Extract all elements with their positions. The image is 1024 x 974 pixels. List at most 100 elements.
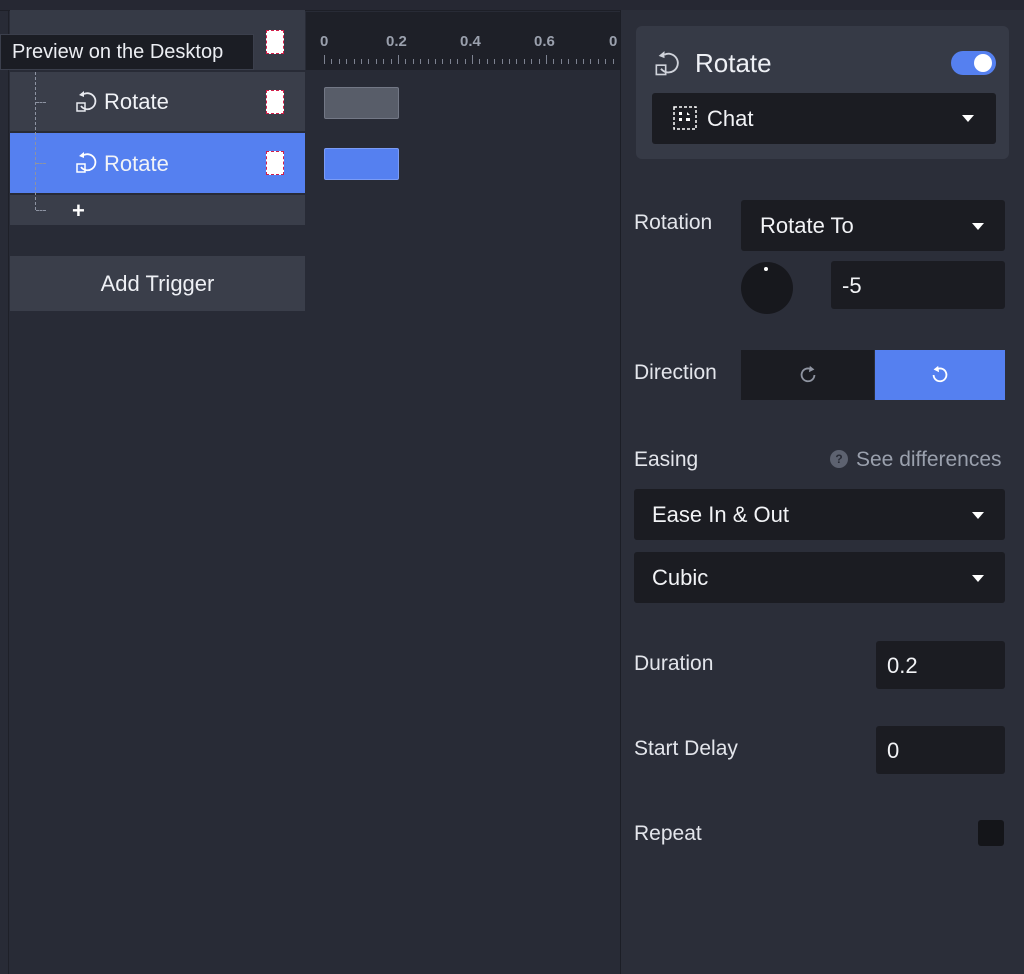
tree-connector <box>36 102 46 103</box>
duration-input[interactable]: 0.2 <box>876 641 1005 689</box>
ruler-tick <box>509 59 510 64</box>
ruler-tick <box>361 59 362 64</box>
easing-type-select[interactable]: Ease In & Out <box>634 489 1005 540</box>
ruler-tick <box>353 59 355 64</box>
add-action-button[interactable]: + <box>72 198 85 224</box>
start-delay-input[interactable]: 0 <box>876 726 1005 774</box>
rotate-clockwise-icon <box>797 364 819 391</box>
toggle-knob <box>974 54 992 72</box>
ruler-tick-label: 0.2 <box>386 33 407 50</box>
ruler-tick <box>412 59 414 64</box>
timeline-bar-rotate-1[interactable] <box>324 87 399 119</box>
layer-icon <box>673 106 697 135</box>
repeat-label: Repeat <box>634 822 702 845</box>
ruler-tick <box>457 59 459 64</box>
left-divider <box>8 10 9 974</box>
ruler-tick <box>427 59 429 64</box>
ruler-tick <box>398 55 399 64</box>
action-enabled-toggle[interactable] <box>951 51 996 75</box>
ruler-tick <box>375 59 377 64</box>
target-select-value: Chat <box>707 106 754 131</box>
start-delay-value: 0 <box>887 738 900 763</box>
rotation-mode-value: Rotate To <box>760 213 854 238</box>
preview-device-icon[interactable] <box>266 151 284 175</box>
direction-counterclockwise-button[interactable] <box>875 350 1005 400</box>
ruler-tick <box>575 59 577 64</box>
ruler-tick <box>420 59 422 64</box>
ruler-tick <box>346 59 348 64</box>
rotation-mode-select[interactable]: Rotate To <box>741 200 1005 251</box>
ruler-tick <box>368 59 370 64</box>
rotation-value: -5 <box>842 273 862 298</box>
tree-row-rotate-2[interactable]: Rotate <box>10 133 305 193</box>
ruler-tick <box>560 59 562 64</box>
ruler-tick <box>338 59 340 64</box>
easing-type-value: Ease In & Out <box>652 502 789 527</box>
repeat-checkbox[interactable] <box>978 820 1004 846</box>
ruler-tick <box>605 59 607 64</box>
ruler-tick <box>523 59 525 64</box>
rotation-dial[interactable] <box>741 262 793 314</box>
ruler-tick-label: 0.6 <box>534 33 555 50</box>
ruler-tick <box>597 59 599 64</box>
chevron-down-icon <box>972 512 984 519</box>
rotation-value-input[interactable]: -5 <box>831 261 1005 309</box>
ruler-tick <box>472 55 473 64</box>
ruler-tick <box>568 59 570 64</box>
ruler-tick <box>590 59 592 64</box>
rotate-icon <box>75 90 97 112</box>
preview-device-icon[interactable] <box>266 30 284 54</box>
ruler-tick <box>442 59 444 64</box>
ruler-tick <box>464 59 466 64</box>
ruler-tick-label: 0 <box>320 33 329 50</box>
ruler-tick <box>479 59 481 64</box>
help-icon[interactable]: ? <box>830 450 848 468</box>
direction-clockwise-button[interactable] <box>741 350 874 400</box>
rotate-icon <box>654 50 682 83</box>
ruler-tick-label: 0 <box>609 33 618 50</box>
ruler-tick <box>390 59 392 64</box>
action-title: Rotate <box>695 48 772 78</box>
start-delay-label: Start Delay <box>634 737 738 760</box>
tree-add-row[interactable]: + <box>10 195 305 225</box>
chevron-down-icon <box>972 223 984 230</box>
ruler-tick <box>531 59 533 64</box>
ruler-tick <box>435 59 436 64</box>
ruler-tick <box>383 59 385 64</box>
tree-connector <box>36 210 46 211</box>
duration-label: Duration <box>634 652 714 675</box>
rotate-counterclockwise-icon <box>929 364 951 391</box>
ruler-tick <box>494 59 496 64</box>
see-differences-link[interactable]: See differences <box>856 448 1002 472</box>
tooltip: Preview on the Desktop <box>0 34 254 70</box>
ruler-tick <box>486 59 488 64</box>
duration-value: 0.2 <box>887 653 918 678</box>
ruler-tick-label: 0.4 <box>460 33 481 50</box>
rotate-icon <box>75 151 97 173</box>
ruler-tick <box>553 59 555 64</box>
easing-curve-select[interactable]: Cubic <box>634 552 1005 603</box>
ruler-tick <box>331 59 333 64</box>
timeline-bar-rotate-2[interactable] <box>324 148 399 180</box>
ruler-tick <box>612 59 614 64</box>
chevron-down-icon <box>972 575 984 582</box>
easing-label: Easing <box>634 448 699 471</box>
ruler-tick <box>538 59 540 64</box>
ruler-tick <box>583 59 584 64</box>
ruler-tick <box>324 55 325 64</box>
preview-device-icon[interactable] <box>266 90 284 114</box>
ruler-tick <box>449 59 451 64</box>
tree-connector <box>35 72 36 210</box>
rotation-label: Rotation <box>634 211 713 234</box>
tree-item-label: Rotate <box>104 151 169 176</box>
direction-label: Direction <box>634 361 717 384</box>
target-select[interactable]: Chat <box>652 93 996 144</box>
ruler-tick <box>516 59 518 64</box>
chevron-down-icon <box>962 115 974 122</box>
add-trigger-button[interactable]: Add Trigger <box>10 256 305 311</box>
timeline-ruler[interactable]: 0 0.2 0.4 0.6 0 <box>306 12 620 70</box>
tree-item-label: Rotate <box>104 89 169 114</box>
ruler-tick <box>501 59 503 64</box>
tree-connector <box>36 163 46 164</box>
tree-row-rotate-1[interactable]: Rotate <box>10 72 305 131</box>
